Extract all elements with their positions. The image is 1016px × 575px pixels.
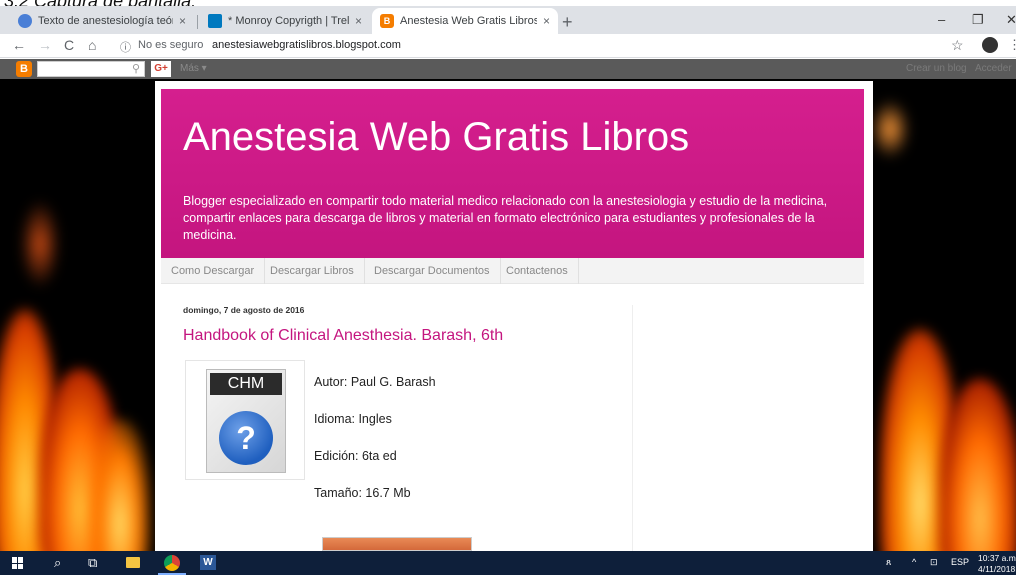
page-tab-como-descargar[interactable]: Como Descargar	[161, 258, 266, 284]
post-language: Idioma: Ingles	[314, 412, 392, 426]
more-menu[interactable]: Más ▾	[180, 63, 207, 74]
flame-decoration	[20, 199, 60, 289]
close-window-button[interactable]: ✕	[1006, 12, 1016, 28]
start-icon[interactable]	[12, 557, 24, 569]
search-icon[interactable]: ⌕	[54, 555, 61, 571]
info-icon[interactable]: ⓘ	[120, 39, 131, 55]
page-tab-contactenos[interactable]: Contactenos	[496, 258, 579, 284]
profile-avatar[interactable]	[982, 37, 998, 53]
post-title[interactable]: Handbook of Clinical Anesthesia. Barash,…	[183, 327, 503, 345]
post-date: domingo, 7 de agosto de 2016	[183, 305, 305, 315]
help-question-icon: ?	[219, 411, 273, 465]
page-tab-descargar-documentos[interactable]: Descargar Documentos	[364, 258, 501, 284]
input-language[interactable]: ESP	[951, 557, 969, 567]
sign-in-link[interactable]: Acceder	[975, 63, 1012, 74]
blogger-navbar: B ⚲ G+ Más ▾ Crear un blog Acceder	[0, 59, 1016, 79]
blog-search-input[interactable]: ⚲	[37, 61, 145, 77]
tab-title: * Monroy Copyrigth | Trello	[228, 15, 349, 27]
flame-decoration	[870, 99, 910, 159]
trello-icon	[208, 14, 222, 28]
blog-header: Anestesia Web Gratis Libros Blogger espe…	[161, 89, 864, 258]
system-clock[interactable]: 10:37 a.m. 4/11/2018	[978, 553, 1016, 575]
book-cover-thumbnail[interactable]	[322, 537, 472, 551]
blog-title[interactable]: Anestesia Web Gratis Libros	[183, 115, 689, 160]
tab-separator	[197, 15, 198, 29]
create-blog-link[interactable]: Crear un blog	[906, 63, 967, 74]
pages-nav: Como Descargar Descargar Libros Descarga…	[161, 258, 864, 284]
blog-container: Anestesia Web Gratis Libros Blogger espe…	[155, 81, 873, 551]
people-icon[interactable]: ጸ	[886, 557, 891, 568]
browser-menu-icon[interactable]: ⋮	[1008, 37, 1016, 53]
chm-label: CHM	[210, 373, 282, 395]
security-label: No es seguro	[138, 39, 204, 51]
network-icon[interactable]: ⊡	[930, 557, 938, 568]
google-plus-button[interactable]: G+	[151, 61, 171, 77]
blogger-icon: B	[380, 14, 394, 28]
back-button[interactable]: ←	[12, 37, 26, 53]
chrome-icon[interactable]	[164, 555, 180, 571]
close-tab-icon[interactable]: ×	[179, 14, 186, 28]
post-edition: Edición: 6ta ed	[314, 449, 397, 463]
home-button[interactable]: ⌂	[88, 37, 96, 53]
reload-button[interactable]: C	[64, 37, 74, 53]
clock-date: 4/11/2018	[978, 564, 1016, 574]
tab-title: Anestesia Web Gratis Libros	[400, 15, 537, 27]
post-size: Tamaño: 16.7 Mb	[314, 486, 411, 500]
tab-anestesia-web[interactable]: B Anestesia Web Gratis Libros ×	[372, 8, 558, 34]
page-tab-descargar-libros[interactable]: Descargar Libros	[260, 258, 365, 284]
bookmark-star-icon[interactable]: ☆	[951, 37, 964, 54]
close-tab-icon[interactable]: ×	[355, 14, 362, 28]
browser-toolbar: ← → C ⌂ ⓘ No es seguro anestesiawebgrati…	[0, 34, 1016, 58]
search-icon[interactable]: ⚲	[132, 62, 140, 75]
clock-time: 10:37 a.m.	[978, 553, 1016, 563]
blog-description: Blogger especializado en compartir todo …	[183, 194, 828, 242]
address-bar[interactable]: anestesiawebgratislibros.blogspot.com	[212, 39, 401, 51]
task-view-icon[interactable]: ⧉	[88, 555, 97, 571]
tab-strip: Texto de anestesiología teórico- × * Mon…	[0, 6, 1016, 34]
screen: 3.2 Captura de pantalla: Texto de aneste…	[0, 0, 1016, 575]
chm-file-image[interactable]: CHM ?	[185, 360, 305, 480]
new-tab-button[interactable]: +	[562, 12, 573, 33]
forward-button[interactable]: →	[38, 37, 52, 53]
column-divider	[632, 305, 633, 551]
flame-decoration	[90, 419, 150, 551]
word-icon[interactable]: W	[200, 555, 216, 570]
tab-anestesiologia[interactable]: Texto de anestesiología teórico- ×	[10, 8, 194, 34]
restore-button[interactable]: ❐	[972, 12, 984, 28]
windows-taskbar: ⌕ ⧉ W ጸ ^ ⊡ ESP 10:37 a.m. 4/11/2018	[0, 551, 1016, 575]
tray-chevron-icon[interactable]: ^	[912, 557, 916, 567]
blogger-logo-icon[interactable]: B	[16, 61, 32, 77]
minimize-button[interactable]: –	[938, 12, 945, 27]
globe-icon	[18, 14, 32, 28]
tab-title: Texto de anestesiología teórico-	[38, 15, 173, 27]
file-explorer-icon[interactable]	[126, 557, 140, 568]
close-tab-icon[interactable]: ×	[543, 14, 550, 28]
tab-trello[interactable]: * Monroy Copyrigth | Trello ×	[200, 8, 370, 34]
post-author: Autor: Paul G. Barash	[314, 375, 436, 389]
